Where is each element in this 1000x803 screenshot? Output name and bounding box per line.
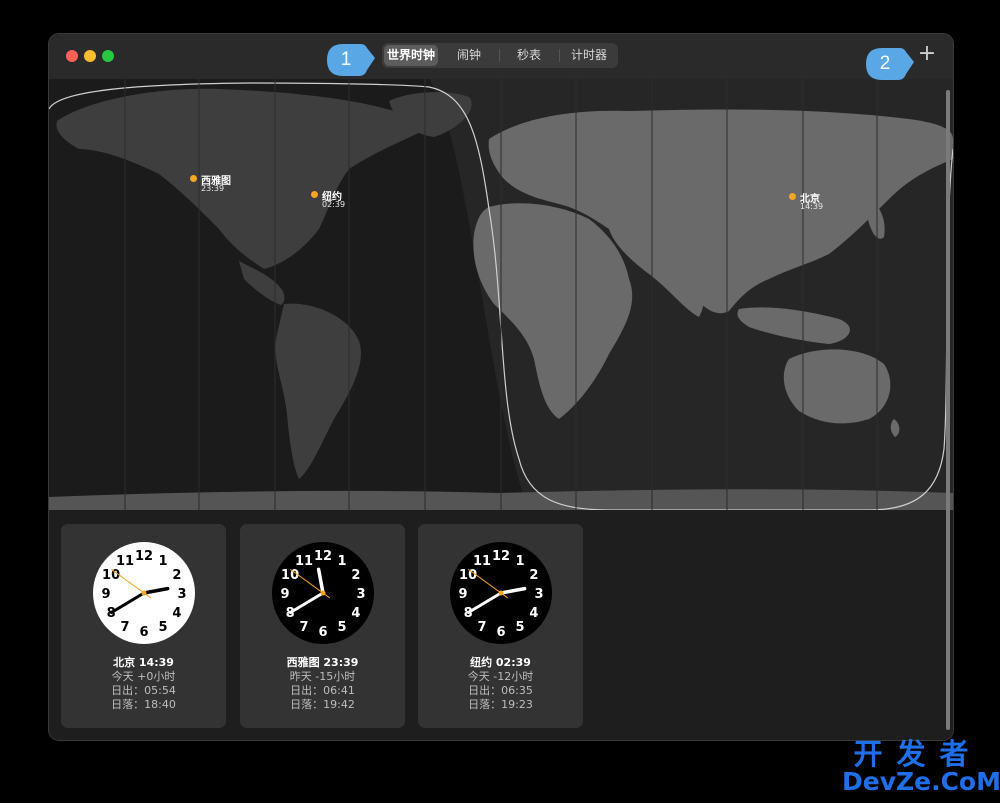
clock-number: 1 [337, 554, 346, 569]
clock-card-new-york[interactable]: 121234567891011 纽约 02:39 今天 -12小时 日出：06:… [418, 524, 583, 728]
clock-number: 6 [318, 625, 327, 640]
day-offset-label: 今天 +0小时 [111, 670, 176, 683]
clock-number: 9 [280, 587, 289, 602]
sunrise-label: 日出：05:54 [111, 684, 176, 697]
clock-number: 1 [158, 554, 167, 569]
clock-number: 11 [116, 554, 134, 569]
world-map: 西雅图 23:39 纽约 02:39 北京 14:39 [49, 79, 953, 510]
add-city-button[interactable]: + [915, 41, 939, 67]
segment-divider [559, 49, 560, 62]
title-bar: 世界时钟 闹钟 秒表 计时器 + [49, 34, 953, 79]
clock-number: 11 [473, 554, 491, 569]
clock-number: 6 [496, 625, 505, 640]
tab-alarm[interactable]: 闹钟 [442, 45, 496, 66]
sunrise-label: 日出：06:35 [468, 684, 533, 697]
clock-number: 5 [337, 620, 346, 635]
clock-number: 4 [529, 606, 538, 621]
clock-center [498, 590, 504, 596]
clock-number: 9 [101, 587, 110, 602]
day-offset-label: 昨天 -15小时 [289, 670, 356, 683]
clock-number: 5 [515, 620, 524, 635]
world-clock-window: 世界时钟 闹钟 秒表 计时器 + 西雅图 23:39 纽约 02:39 北京 1… [48, 33, 954, 741]
clock-number: 12 [492, 549, 510, 564]
analog-clock: 121234567891011 [93, 542, 195, 644]
clock-card-seattle[interactable]: 121234567891011 西雅图 23:39 昨天 -15小时 日出：06… [240, 524, 405, 728]
mode-segmented-control: 世界时钟 闹钟 秒表 计时器 [382, 43, 618, 68]
clock-number: 2 [172, 568, 181, 583]
annotation-callout-1: 1 [327, 44, 375, 76]
city-time-label: 纽约 02:39 [470, 656, 531, 669]
minimize-window-button[interactable] [84, 50, 96, 62]
clock-center [320, 590, 326, 596]
clock-number: 7 [299, 620, 308, 635]
tab-stopwatch[interactable]: 秒表 [502, 45, 556, 66]
annotation-callout-2: 2 [866, 48, 914, 80]
clock-number: 7 [477, 620, 486, 635]
sunrise-label: 日出：06:41 [290, 684, 355, 697]
sunset-label: 日落：18:40 [111, 698, 176, 711]
segment-divider [499, 49, 500, 62]
clock-number: 6 [139, 625, 148, 640]
clock-center [141, 590, 147, 596]
clock-number: 2 [351, 568, 360, 583]
clock-number: 10 [102, 568, 120, 583]
tab-world-clock[interactable]: 世界时钟 [384, 45, 438, 66]
clock-number: 12 [314, 549, 332, 564]
clock-number: 10 [281, 568, 299, 583]
sunset-label: 日落：19:23 [468, 698, 533, 711]
clock-number: 9 [458, 587, 467, 602]
sunset-label: 日落：19:42 [290, 698, 355, 711]
world-map-graphic [49, 79, 953, 510]
clock-card-beijing[interactable]: 121234567891011 北京 14:39 今天 +0小时 日出：05:5… [61, 524, 226, 728]
analog-clock: 121234567891011 [450, 542, 552, 644]
location-dot-icon [789, 193, 796, 200]
day-offset-label: 今天 -12小时 [467, 670, 534, 683]
clock-number: 3 [356, 587, 365, 602]
clock-number: 4 [351, 606, 360, 621]
clock-number: 12 [135, 549, 153, 564]
city-time-label: 北京 14:39 [113, 656, 174, 669]
clock-number: 5 [158, 620, 167, 635]
clock-number: 2 [529, 568, 538, 583]
clock-number: 4 [172, 606, 181, 621]
zoom-window-button[interactable] [102, 50, 114, 62]
location-dot-icon [311, 191, 318, 198]
vertical-scrollbar[interactable] [946, 90, 950, 730]
clock-number: 1 [515, 554, 524, 569]
tab-timer[interactable]: 计时器 [562, 45, 616, 66]
clock-number: 3 [177, 587, 186, 602]
clock-number: 7 [120, 620, 129, 635]
analog-clock: 121234567891011 [272, 542, 374, 644]
clock-number: 11 [295, 554, 313, 569]
city-time-label: 西雅图 23:39 [286, 656, 359, 669]
close-window-button[interactable] [66, 50, 78, 62]
site-watermark: 开发者 DevZe.CoM [842, 737, 1000, 796]
clock-number: 3 [534, 587, 543, 602]
clock-cards: 121234567891011 北京 14:39 今天 +0小时 日出：05:5… [49, 510, 953, 740]
clock-number: 10 [459, 568, 477, 583]
location-dot-icon [190, 175, 197, 182]
